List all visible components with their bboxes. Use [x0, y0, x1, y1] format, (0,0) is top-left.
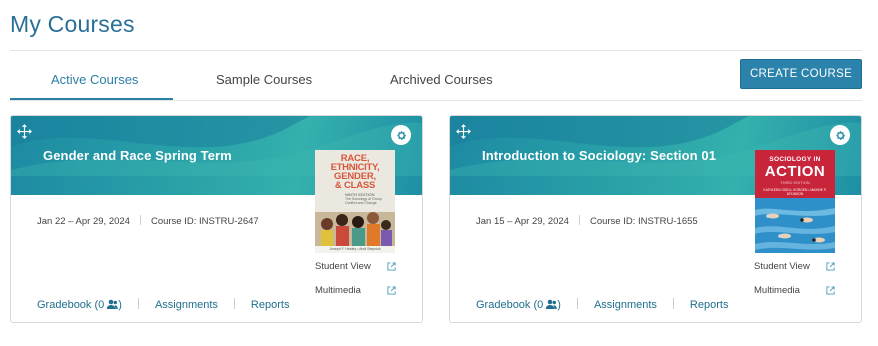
external-link-icon[interactable]	[826, 286, 835, 295]
reports-link[interactable]: Reports	[690, 299, 729, 311]
multimedia-link[interactable]: Multimedia	[315, 285, 361, 296]
textbook-title-top: SOCIOLOGY IN	[769, 156, 821, 163]
textbook-subtitle: The Sociology of Group Conflict and Chan…	[345, 197, 382, 205]
textbook-edition: THIRD EDITION	[780, 180, 810, 185]
gradebook-label: Gradebook (0	[476, 299, 544, 311]
student-view-link[interactable]: Student View	[754, 261, 810, 272]
textbook-title-main: ACTION	[764, 163, 826, 180]
textbook-cover: RACE, ETHNICITY, GENDER, & CLASS NINTH E…	[315, 150, 395, 253]
assignments-link[interactable]: Assignments	[155, 299, 218, 311]
link-separator	[672, 298, 674, 309]
student-view-link[interactable]: Student View	[315, 261, 371, 272]
gradebook-label-close: )	[118, 299, 122, 311]
tab-archived-courses[interactable]: Archived Courses	[390, 58, 493, 100]
textbook-authors: KATHLEEN ODELL KORGEN • MAXINE P. ATKINS…	[763, 188, 827, 196]
tabs-divider	[10, 100, 862, 101]
course-title[interactable]: Gender and Race Spring Term	[43, 148, 232, 163]
create-course-button[interactable]: CREATE COURSE	[740, 59, 862, 89]
gradebook-link[interactable]: Gradebook (0)	[476, 299, 561, 311]
textbook-authors: Joseph F. Healey • Andi Stepnick	[329, 247, 381, 251]
link-separator	[233, 298, 235, 309]
course-card: Introduction to Sociology: Section 01 Ja…	[449, 115, 862, 323]
assignments-link[interactable]: Assignments	[594, 299, 657, 311]
tab-active-courses[interactable]: Active Courses	[51, 58, 138, 100]
course-id: Course ID: INSTRU-2647	[150, 216, 259, 227]
course-settings-button[interactable]	[830, 125, 850, 145]
course-title[interactable]: Introduction to Sociology: Section 01	[482, 148, 716, 163]
course-meta: Jan 15 – Apr 29, 2024 Course ID: INSTRU-1…	[476, 215, 698, 227]
course-meta: Jan 22 – Apr 29, 2024 Course ID: INSTRU-2…	[37, 215, 259, 227]
course-links: Gradebook (0) Assignments Reports	[37, 298, 289, 311]
textbook-title: RACE, ETHNICITY, GENDER, & CLASS	[315, 154, 395, 191]
title-divider	[10, 50, 862, 51]
gradebook-label: Gradebook (0	[37, 299, 105, 311]
course-dates: Jan 22 – Apr 29, 2024	[37, 216, 130, 227]
gear-icon	[396, 130, 406, 140]
external-link-icon[interactable]	[826, 262, 835, 271]
gradebook-label-close: )	[557, 299, 561, 311]
students-icon	[546, 299, 558, 309]
link-separator	[576, 298, 578, 309]
textbook-cover: SOCIOLOGY IN ACTION THIRD EDITION KATHLE…	[755, 150, 835, 253]
course-tabs: Active Courses Sample Courses Archived C…	[10, 58, 862, 102]
tab-sample-courses[interactable]: Sample Courses	[216, 58, 312, 100]
gradebook-link[interactable]: Gradebook (0)	[37, 299, 122, 311]
textbook-title-line: & CLASS	[334, 180, 376, 191]
multimedia-link[interactable]: Multimedia	[754, 285, 800, 296]
course-id: Course ID: INSTRU-1655	[589, 216, 698, 227]
gear-icon	[835, 130, 845, 140]
students-icon	[107, 299, 119, 309]
course-links: Gradebook (0) Assignments Reports	[476, 298, 728, 311]
meta-separator	[139, 215, 141, 225]
external-link-icon[interactable]	[387, 262, 396, 271]
course-settings-button[interactable]	[391, 125, 411, 145]
page-title: My Courses	[10, 11, 135, 37]
meta-separator	[578, 215, 580, 225]
course-card: Gender and Race Spring Term Jan 22 – Apr…	[10, 115, 423, 323]
drag-handle-icon[interactable]	[17, 124, 32, 139]
drag-handle-icon[interactable]	[456, 124, 471, 139]
course-dates: Jan 15 – Apr 29, 2024	[476, 216, 569, 227]
link-separator	[137, 298, 139, 309]
reports-link[interactable]: Reports	[251, 299, 290, 311]
external-link-icon[interactable]	[387, 286, 396, 295]
